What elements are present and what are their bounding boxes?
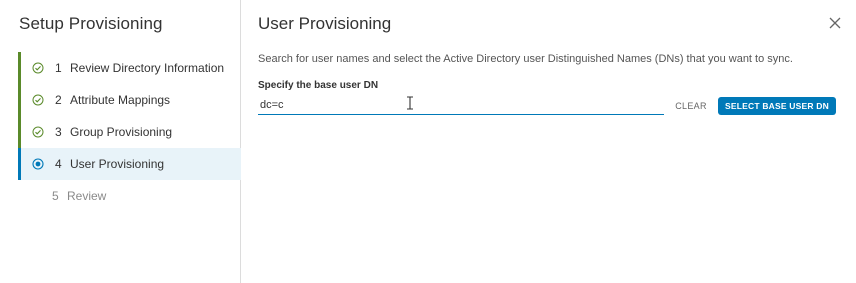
page-title: User Provisioning — [258, 14, 392, 33]
base-user-dn-label: Specify the base user DN — [258, 80, 379, 91]
wizard-sidebar: Setup Provisioning 1 Review Directory In… — [0, 0, 241, 283]
step-label: Review Directory Information — [70, 61, 225, 75]
base-user-dn-input[interactable] — [258, 95, 664, 115]
step-review-directory-information[interactable]: 1 Review Directory Information — [18, 52, 241, 84]
step-group-provisioning[interactable]: 3 Group Provisioning — [18, 116, 241, 148]
step-label: Review — [67, 189, 107, 203]
step-number: 4 — [55, 157, 62, 171]
step-user-provisioning[interactable]: 4 User Provisioning — [18, 148, 241, 180]
select-base-user-dn-button[interactable]: SELECT BASE USER DN — [718, 97, 836, 115]
main-panel: User Provisioning Search for user names … — [242, 0, 856, 283]
step-attribute-mappings[interactable]: 2 Attribute Mappings — [18, 84, 241, 116]
step-label: Attribute Mappings — [70, 93, 171, 107]
check-circle-icon — [27, 94, 49, 106]
instructions-text: Search for user names and select the Act… — [258, 53, 793, 65]
sidebar-title: Setup Provisioning — [19, 14, 163, 33]
close-icon[interactable] — [828, 16, 842, 30]
provisioning-dialog: Setup Provisioning 1 Review Directory In… — [0, 0, 856, 283]
text-cursor-icon — [406, 96, 414, 110]
clear-button[interactable]: CLEAR — [670, 97, 712, 115]
check-circle-icon — [27, 126, 49, 138]
dot-circle-icon — [27, 158, 49, 170]
step-number: 1 — [55, 61, 62, 75]
check-circle-icon — [27, 62, 49, 74]
step-number: 2 — [55, 93, 62, 107]
step-review[interactable]: 5 Review — [18, 180, 241, 212]
step-number: 5 — [52, 189, 59, 203]
step-number: 3 — [55, 125, 62, 139]
step-label: User Provisioning — [70, 157, 165, 171]
wizard-steps: 1 Review Directory Information 2 Attribu… — [18, 52, 241, 212]
step-label: Group Provisioning — [70, 125, 173, 139]
